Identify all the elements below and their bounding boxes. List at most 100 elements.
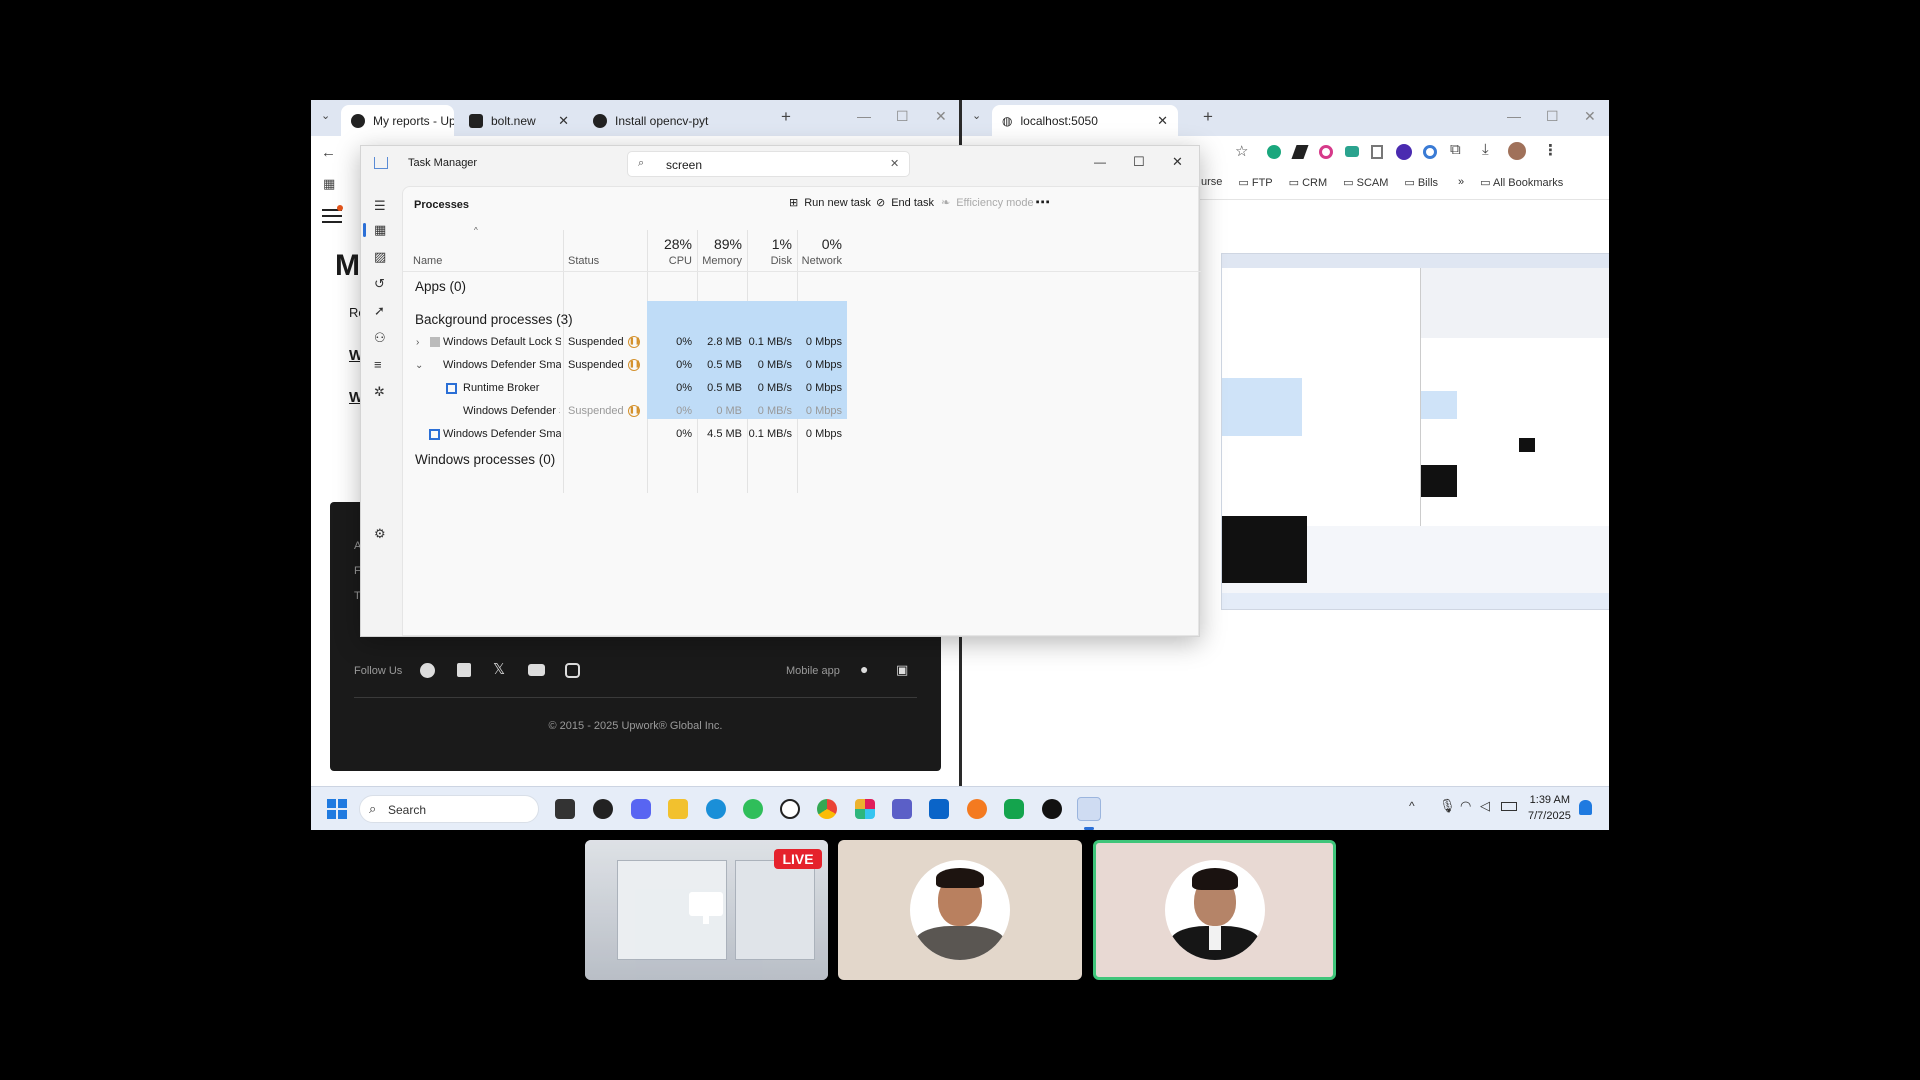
maximize-icon[interactable]: ☐: [1133, 154, 1145, 170]
end-task-button[interactable]: ⊘ End task: [876, 196, 934, 210]
android-icon[interactable]: ▣: [896, 662, 908, 678]
hamburger-menu-icon[interactable]: [322, 209, 342, 223]
apple-icon[interactable]: ●: [860, 661, 868, 677]
extension-color-icon[interactable]: [1319, 145, 1333, 159]
discord-icon[interactable]: [631, 799, 651, 819]
new-tab-button[interactable]: +: [1203, 107, 1213, 127]
outlook-icon[interactable]: [929, 799, 949, 819]
whatsapp-icon[interactable]: [743, 799, 763, 819]
nav-app-history-icon[interactable]: ↺: [374, 276, 385, 292]
close-window-icon[interactable]: ✕: [1172, 154, 1183, 170]
windows-start-icon[interactable]: [327, 799, 347, 819]
bookmark-folder-crm[interactable]: ▭ CRM: [1289, 176, 1328, 189]
task-view-icon[interactable]: [555, 799, 575, 819]
efficiency-mode-button[interactable]: ❧ Efficiency mode: [941, 196, 1034, 210]
postman-icon[interactable]: [967, 799, 987, 819]
bookmark-folder-ftp[interactable]: ▭ FTP: [1238, 176, 1272, 189]
minimize-icon[interactable]: —: [857, 108, 871, 124]
column-disk[interactable]: Disk: [747, 255, 792, 267]
maximize-icon[interactable]: ☐: [1546, 108, 1559, 125]
slack-icon[interactable]: [855, 799, 875, 819]
minimize-icon[interactable]: —: [1094, 155, 1106, 169]
minimize-icon[interactable]: —: [1507, 108, 1521, 124]
close-window-icon[interactable]: ✕: [1584, 108, 1596, 125]
nav-menu-icon[interactable]: ☰: [374, 198, 386, 214]
wifi-icon[interactable]: ◠: [1460, 798, 1471, 814]
linkedin-icon[interactable]: [457, 663, 471, 677]
profile-avatar[interactable]: [1508, 142, 1526, 160]
bookmark-item[interactable]: urse: [1201, 176, 1222, 189]
more-bookmarks-icon[interactable]: »: [1458, 176, 1464, 189]
instagram-icon[interactable]: [565, 663, 580, 678]
process-row[interactable]: Windows Defender SmartScre... 0% 4.5 MB …: [403, 423, 1198, 445]
upwork-icon[interactable]: [1042, 799, 1062, 819]
search-input[interactable]: screen: [666, 158, 702, 172]
task-manager-taskbar-icon[interactable]: [1077, 797, 1101, 821]
bookmark-star-icon[interactable]: ☆: [1235, 142, 1248, 160]
collapse-chevron-icon[interactable]: ⌄: [415, 360, 423, 371]
close-tab-icon[interactable]: ✕: [1157, 113, 1168, 129]
nav-details-icon[interactable]: ≡: [374, 357, 382, 372]
nav-settings-icon[interactable]: ⚙: [374, 526, 386, 542]
volume-icon[interactable]: ◁: [1480, 798, 1490, 814]
battery-icon[interactable]: [1501, 802, 1517, 811]
process-row[interactable]: Windows Defender Smart... Suspended ❚❚ 0…: [403, 400, 1198, 422]
new-tab-button[interactable]: +: [781, 107, 791, 127]
extensions-puzzle-icon[interactable]: ⧉: [1450, 141, 1461, 158]
sort-arrow-icon[interactable]: ^: [474, 226, 478, 235]
extension-chat-icon[interactable]: [1345, 146, 1359, 157]
nav-services-icon[interactable]: ✲: [374, 384, 385, 400]
search-box[interactable]: ⌕ screen ✕: [627, 151, 910, 177]
edge-icon[interactable]: [706, 799, 726, 819]
nav-performance-icon[interactable]: ▨: [374, 249, 386, 265]
nav-users-icon[interactable]: ⚇: [374, 330, 386, 346]
facebook-icon[interactable]: [420, 663, 435, 678]
more-menu-icon[interactable]: ⋮: [1543, 141, 1558, 159]
bookmark-folder-bills[interactable]: ▭ Bills: [1404, 176, 1438, 189]
copilot-icon[interactable]: [593, 799, 613, 819]
column-memory[interactable]: Memory: [697, 255, 742, 267]
maximize-icon[interactable]: ☐: [896, 108, 909, 125]
tab-search-chevron-icon[interactable]: ⌄: [972, 109, 981, 122]
chatgpt-icon[interactable]: [780, 799, 800, 819]
clear-search-icon[interactable]: ✕: [890, 157, 899, 170]
column-status[interactable]: Status: [568, 255, 599, 267]
x-twitter-icon[interactable]: 𝕏: [493, 660, 505, 678]
microphone-icon[interactable]: 🎙: [1439, 798, 1456, 814]
column-name[interactable]: Name: [413, 255, 442, 267]
taskbar-date[interactable]: 7/7/2025: [1528, 810, 1571, 822]
participant-tile-active-speaker[interactable]: [1093, 840, 1336, 980]
notification-bell-icon[interactable]: [1579, 800, 1592, 815]
more-options-icon[interactable]: ⋯: [1035, 193, 1050, 211]
process-row[interactable]: ⌄ Windows Defender SmartScre... Suspende…: [403, 354, 1198, 376]
apps-grid-icon[interactable]: ▦: [323, 176, 335, 192]
teams-icon[interactable]: [892, 799, 912, 819]
show-hidden-icons-chevron-icon[interactable]: ^: [1409, 799, 1415, 813]
extension-clip-icon[interactable]: [1371, 145, 1383, 159]
youtube-icon[interactable]: [528, 664, 545, 676]
tab-search-chevron-icon[interactable]: ⌄: [321, 109, 330, 122]
run-new-task-button[interactable]: ⊞ Run new task: [789, 196, 871, 210]
nav-startup-apps-icon[interactable]: ➚: [374, 303, 385, 319]
nav-processes-icon[interactable]: ▦: [374, 222, 386, 238]
screen-share-tile[interactable]: LIVE: [585, 840, 828, 980]
chrome-icon[interactable]: [817, 799, 837, 819]
tab-bolt[interactable]: bolt.new ✕: [459, 105, 579, 136]
group-windows[interactable]: Windows processes (0): [415, 452, 555, 467]
file-explorer-icon[interactable]: [668, 799, 688, 819]
process-row[interactable]: Runtime Broker 0% 0.5 MB 0 MB/s 0 Mbps: [403, 377, 1198, 399]
participant-tile[interactable]: [838, 840, 1082, 980]
column-cpu[interactable]: CPU: [647, 255, 692, 267]
bookmark-folder-scam[interactable]: ▭ SCAM: [1343, 176, 1388, 189]
extension-grammarly-icon[interactable]: [1267, 145, 1281, 159]
group-apps[interactable]: Apps (0): [415, 279, 466, 294]
expand-chevron-icon[interactable]: ›: [416, 337, 419, 348]
extension-target-icon[interactable]: [1423, 145, 1437, 159]
taskbar-time[interactable]: 1:39 AM: [1528, 794, 1570, 806]
extension-badge-icon[interactable]: [1396, 144, 1412, 160]
group-background[interactable]: Background processes (3): [415, 312, 573, 327]
tab-localhost[interactable]: ◍ localhost:5050 ✕: [992, 105, 1178, 136]
all-bookmarks-folder[interactable]: ▭ All Bookmarks: [1480, 176, 1563, 189]
extension-pen-icon[interactable]: [1291, 145, 1309, 159]
upwork-green-icon[interactable]: [1004, 799, 1024, 819]
